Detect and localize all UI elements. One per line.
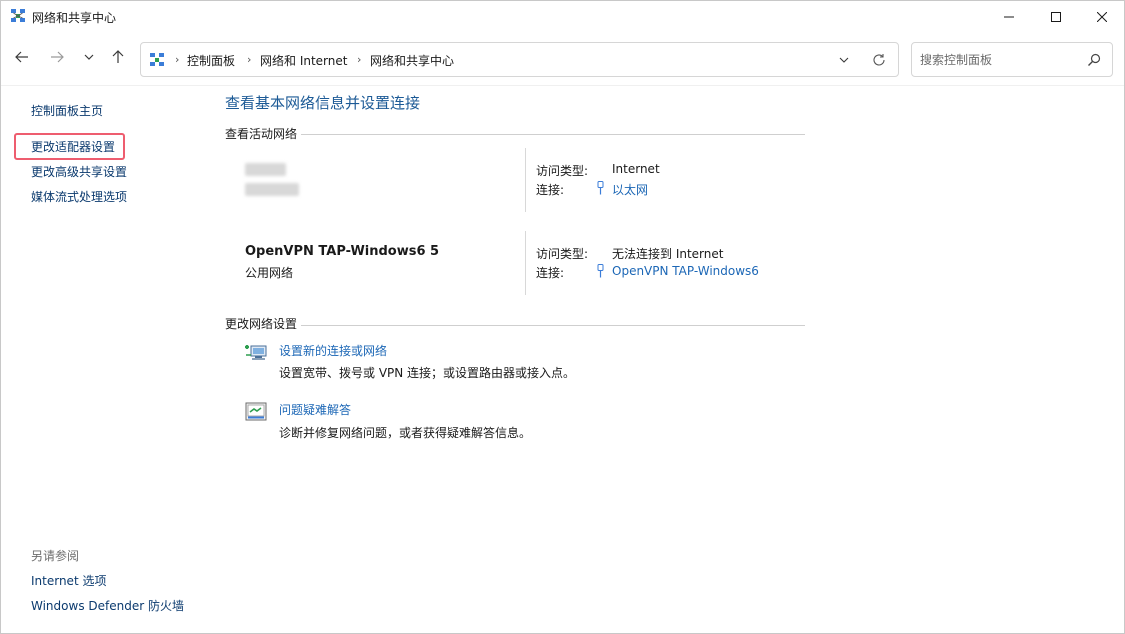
network-name: OpenVPN TAP-Windows6 5 [245,244,440,259]
recent-locations-button[interactable] [78,46,100,68]
search-box[interactable] [911,42,1113,77]
redacted-network-name [245,163,286,176]
control-panel-home-link[interactable]: 控制面板主页 [31,102,103,119]
redacted-network-type [245,183,299,196]
new-connection-icon [245,345,267,360]
address-history-button[interactable] [836,52,852,68]
access-type-label: 访问类型: [536,247,589,261]
section-divider [225,325,805,326]
see-also-heading: 另请参阅 [31,549,80,563]
breadcrumb-network-internet[interactable]: 网络和 Internet [260,52,347,69]
breadcrumb-separator-icon: › [247,53,252,66]
connection-label: 连接: [536,266,565,280]
maximize-icon [1051,11,1061,22]
page-title: 查看基本网络信息并设置连接 [225,94,421,112]
arrow-up-icon [112,50,124,63]
change-adapter-settings-link[interactable]: 更改适配器设置 [31,138,115,155]
close-button[interactable] [1079,1,1125,32]
access-type-value: Internet [612,162,660,176]
minimize-icon [1004,16,1014,17]
up-button[interactable] [107,46,129,68]
chevron-down-icon [84,54,94,60]
access-type-label: 访问类型: [536,164,589,178]
breadcrumb-control-panel[interactable]: 控制面板 [187,52,235,69]
forward-button[interactable] [46,46,68,68]
troubleshoot-icon [245,402,267,421]
vertical-divider [525,231,526,295]
refresh-button[interactable] [871,52,887,68]
setup-new-connection-link[interactable]: 设置新的连接或网络 [279,342,387,359]
navigation-bar: › 控制面板 › 网络和 Internet › 网络和共享中心 [1,32,1124,86]
network-app-icon [11,9,25,22]
internet-options-link[interactable]: Internet 选项 [31,572,106,589]
arrow-left-icon [15,51,28,63]
chevron-down-icon [839,57,849,63]
windows-defender-firewall-link[interactable]: Windows Defender 防火墙 [31,597,184,614]
media-streaming-options-link[interactable]: 媒体流式处理选项 [31,188,127,205]
change-advanced-sharing-link[interactable]: 更改高级共享设置 [31,163,127,180]
vertical-divider [525,148,526,212]
search-icon[interactable] [1087,53,1101,67]
window-title: 网络和共享中心 [32,11,117,25]
title-bar: 网络和共享中心 [1,1,1124,32]
ethernet-connection-link[interactable]: 以太网 [612,181,648,198]
maximize-button[interactable] [1033,1,1079,32]
troubleshoot-problems-link[interactable]: 问题疑难解答 [279,401,351,418]
setup-new-connection-description: 设置宽带、拨号或 VPN 连接；或设置路由器或接入点。 [279,366,576,380]
active-networks-header: 查看活动网络 [225,125,302,142]
network-sharing-center-window: 网络和共享中心 › 控制面板 › 网络和 Internet › 网络和共享中心 … [0,0,1125,634]
breadcrumb-separator-icon: › [175,53,180,66]
connection-label: 连接: [536,183,565,197]
back-button[interactable] [11,46,33,68]
minimize-button[interactable] [986,1,1032,32]
openvpn-connection-link[interactable]: OpenVPN TAP-Windows6 [612,264,759,278]
breadcrumb-network-sharing-center[interactable]: 网络和共享中心 [370,52,454,69]
refresh-icon [873,54,885,66]
ethernet-icon [597,181,604,195]
close-icon [1097,11,1107,22]
network-type: 公用网络 [245,266,294,280]
search-input[interactable] [920,51,1080,69]
ethernet-icon [597,264,604,278]
arrow-right-icon [51,51,64,63]
section-divider [225,134,805,135]
access-type-value: 无法连接到 Internet [612,247,724,261]
address-bar[interactable]: › 控制面板 › 网络和 Internet › 网络和共享中心 [140,42,899,77]
change-settings-header: 更改网络设置 [225,315,302,332]
troubleshoot-problems-description: 诊断并修复网络问题，或者获得疑难解答信息。 [279,426,532,440]
breadcrumb-separator-icon: › [357,53,362,66]
control-panel-icon [150,53,164,66]
